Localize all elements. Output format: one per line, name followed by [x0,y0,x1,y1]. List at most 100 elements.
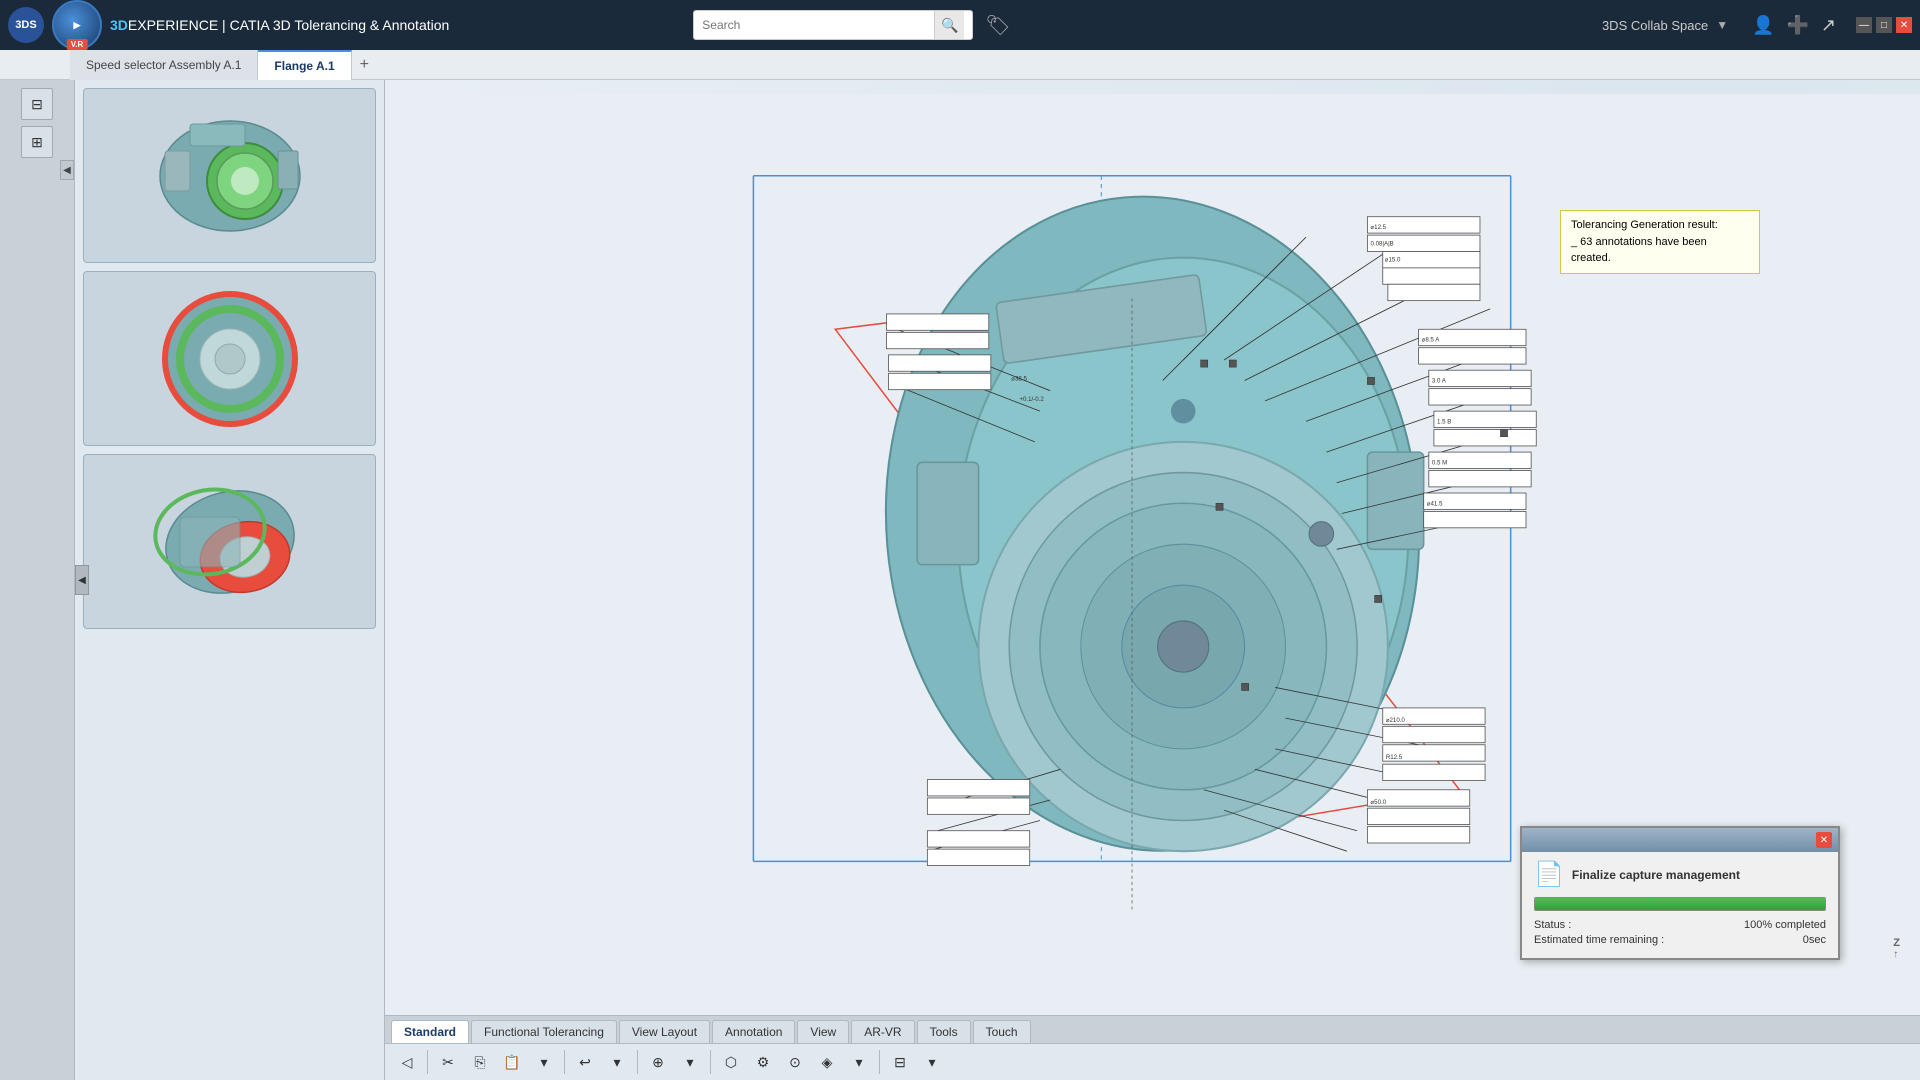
window-controls: — □ ✕ [1856,17,1912,33]
tag-icon[interactable]: 🏷 [985,13,1010,38]
tab-flange[interactable]: Flange A.1 [258,50,351,80]
user-icon[interactable]: 👤 [1752,15,1774,36]
status-label: Status : [1534,919,1571,931]
toolbar-tab-touch[interactable]: Touch [973,1020,1031,1043]
dialog-close-button[interactable]: ✕ [1816,832,1832,848]
title-bar: 3DS ▶ V.R 3DEXPERIENCE | CATIA 3D Tolera… [0,0,1920,50]
header-icons: 👤 ➕ ↗ [1752,15,1836,36]
search-button[interactable]: 🔍 [934,11,964,39]
tool-select-dropdown[interactable]: ▾ [676,1048,704,1076]
tool-render-dropdown[interactable]: ▾ [845,1048,873,1076]
vr-badge: V.R [67,39,88,50]
tool-light[interactable]: ⊙ [781,1048,809,1076]
compass-button[interactable]: ▶ V.R [52,0,102,50]
tool-sep-1 [427,1050,428,1074]
tab-add-button[interactable]: + [352,56,377,74]
tool-cut[interactable]: ✂ [434,1048,462,1076]
time-row: Estimated time remaining : 0sec [1534,934,1826,946]
minimize-button[interactable]: — [1856,17,1872,33]
share-icon[interactable]: ↗ [1821,15,1836,36]
time-value: 0sec [1803,934,1826,946]
tab-bar: Speed selector Assembly A.1 Flange A.1 + [0,50,1920,80]
tool-paste[interactable]: 📋 [498,1048,526,1076]
toolbar-tab-view[interactable]: View [797,1020,849,1043]
dialog-title-bar: ✕ [1522,828,1838,852]
svg-text:R12.5: R12.5 [1386,754,1403,761]
tool-sep-3 [637,1050,638,1074]
thumbnail-3[interactable] [83,454,376,629]
app-title: 3DEXPERIENCE | CATIA 3D Tolerancing & An… [110,17,685,33]
axis-indicator: Z ↑ [1893,937,1900,960]
3d-viewport[interactable]: ⌀12.5 0.08|A|B ⌀15.0 ⌀8.5 A 3.0 A 1.5 B … [385,80,1920,1080]
add-icon[interactable]: ➕ [1787,15,1809,36]
z-axis-label: Z [1893,937,1900,949]
svg-text:1.5 B: 1.5 B [1437,418,1451,425]
annotation-tooltip: Tolerancing Generation result: _ 63 anno… [1560,210,1760,274]
toolbar-tab-functional[interactable]: Functional Tolerancing [471,1020,617,1043]
collab-space-arrow[interactable]: ▼ [1716,18,1728,32]
status-row: Status : 100% completed [1534,919,1826,931]
sidebar-toggle-arrow[interactable]: ◀ [75,565,89,595]
dialog-stats: Status : 100% completed Estimated time r… [1534,919,1826,946]
sidebar-icon-grid[interactable]: ⊞ [21,126,53,158]
toolbar-tab-view-layout[interactable]: View Layout [619,1020,710,1043]
toolbar-tab-ar-vr[interactable]: AR-VR [851,1020,914,1043]
search-bar: 🔍 [693,10,973,40]
collab-space[interactable]: 3DS Collab Space [1602,18,1708,33]
tool-view-dropdown[interactable]: ▾ [918,1048,946,1076]
dialog-body: 📄 Finalize capture management Status : 1… [1522,852,1838,958]
dialog-doc-icon: 📄 [1534,860,1564,889]
tooltip-line2: _ 63 annotations have been created. [1571,234,1749,267]
tool-view-cube[interactable]: ⬡ [717,1048,745,1076]
svg-text:0.5 M: 0.5 M [1432,459,1447,466]
progress-bar-fill [1535,898,1825,910]
svg-text:⌀41.5: ⌀41.5 [1427,500,1443,507]
tool-sep-2 [564,1050,565,1074]
thumbnail-2[interactable] [83,271,376,446]
progress-bar-container [1534,897,1826,911]
panel-collapse-button[interactable]: ◀ [60,160,74,180]
tool-undo[interactable]: ↩ [571,1048,599,1076]
toolbar-tab-annotation[interactable]: Annotation [712,1020,795,1043]
tool-copy[interactable]: ⎘ [466,1048,494,1076]
svg-text:⌀50.0: ⌀50.0 [1370,799,1386,806]
sidebar-icon-tree[interactable]: ⊟ [21,88,53,120]
close-button[interactable]: ✕ [1896,17,1912,33]
progress-dialog: ✕ 📄 Finalize capture management Status :… [1520,826,1840,960]
main-layout: ◀ ⊟ ⊞ ◀ [0,80,1920,1080]
time-label: Estimated time remaining : [1534,934,1664,946]
bottom-toolbar: Standard Functional Tolerancing View Lay… [385,1015,1920,1080]
tool-arrow-left[interactable]: ◁ [393,1048,421,1076]
dialog-title: Finalize capture management [1572,868,1740,882]
svg-text:0.08|A|B: 0.08|A|B [1370,240,1393,247]
tool-sep-5 [879,1050,880,1074]
tool-paste-dropdown[interactable]: ▾ [530,1048,558,1076]
tooltip-line1: Tolerancing Generation result: [1571,217,1749,234]
tool-select[interactable]: ⊕ [644,1048,672,1076]
svg-text:3.0 A: 3.0 A [1432,377,1447,384]
thumbnail-1[interactable] [83,88,376,263]
maximize-button[interactable]: □ [1876,17,1892,33]
search-input[interactable] [694,18,934,32]
tool-undo-dropdown[interactable]: ▾ [603,1048,631,1076]
toolbar-tab-tools[interactable]: Tools [917,1020,971,1043]
toolbar-tab-standard[interactable]: Standard [391,1020,469,1043]
tool-filter[interactable]: ⚙ [749,1048,777,1076]
thumbnail-panel [75,80,385,1080]
left-sidebar: ⊟ ⊞ [0,80,75,1080]
status-value: 100% completed [1744,919,1826,931]
tool-render[interactable]: ◈ [813,1048,841,1076]
svg-text:⌀8.5 A: ⌀8.5 A [1422,337,1441,344]
toolbar-icons: ◁ ✂ ⎘ 📋 ▾ ↩ ▾ ⊕ ▾ ⬡ ⚙ ⊙ ◈ ▾ ⊟ ▾ [385,1043,1920,1080]
svg-text:+0.1/-0.2: +0.1/-0.2 [1019,396,1044,403]
svg-text:⌀12.5: ⌀12.5 [1370,224,1386,231]
toolbar-tabs: Standard Functional Tolerancing View Lay… [385,1016,1920,1043]
dialog-icon-row: 📄 Finalize capture management [1534,860,1826,889]
tab-speed-selector[interactable]: Speed selector Assembly A.1 [70,50,258,80]
svg-text:⌀38.5: ⌀38.5 [1011,375,1027,382]
app-logo: 3DS [8,7,44,43]
svg-text:⌀210.0: ⌀210.0 [1386,717,1406,724]
svg-text:⌀15.0: ⌀15.0 [1385,257,1401,264]
tool-view-options[interactable]: ⊟ [886,1048,914,1076]
tool-sep-4 [710,1050,711,1074]
